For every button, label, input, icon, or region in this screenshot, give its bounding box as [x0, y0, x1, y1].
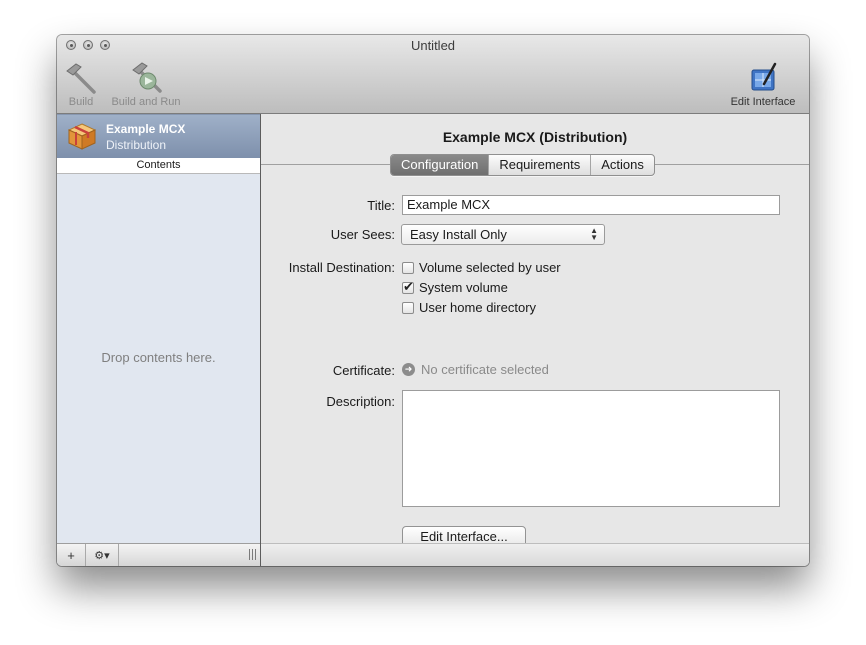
page-title: Example MCX (Distribution) [442, 129, 628, 145]
interface-builder-icon [725, 60, 801, 94]
main-bottom-bar [261, 543, 809, 566]
contents-header: Contents [57, 158, 260, 174]
user-sees-label: User Sees: [330, 227, 395, 242]
resize-grip-icon[interactable] [249, 549, 256, 560]
arrow-right-icon: ➜ [402, 363, 415, 376]
sidebar-bottom-bar: + ⚙▾ [57, 543, 260, 566]
user-sees-popup[interactable]: Easy Install Only ▲ ▼ [401, 224, 605, 245]
toolbar: Untitled Build Build and Run Edit Interf… [57, 35, 809, 114]
user-sees-value: Easy Install Only [410, 227, 507, 242]
edit-interface-toolbar-label: Edit Interface [730, 96, 796, 108]
sidebar-item-subtitle: Distribution [106, 138, 167, 152]
build-and-run-button[interactable]: Build and Run [108, 60, 184, 108]
build-button[interactable]: Build [64, 60, 98, 108]
edit-interface-toolbar-button[interactable]: Edit Interface [725, 60, 801, 108]
checkbox[interactable] [402, 261, 414, 274]
drop-contents-hint: Drop contents here. [101, 350, 216, 365]
popup-arrows-icon: ▲ ▼ [590, 226, 598, 242]
window-title: Untitled [410, 38, 456, 53]
destination-volume-selected-by-user[interactable]: Volume selected by user [402, 260, 561, 275]
title-label: Title: [367, 198, 395, 213]
tab-bar: Configuration Requirements Actions [390, 154, 655, 176]
gear-icon: ⚙▾ [94, 549, 110, 562]
checkbox-checked[interactable] [402, 279, 414, 295]
checkbox-label: Volume selected by user [419, 260, 561, 275]
description-label: Description: [326, 394, 395, 409]
add-button[interactable]: + [57, 544, 86, 566]
title-field[interactable]: Example MCX [402, 195, 780, 215]
destination-system-volume[interactable]: System volume [402, 279, 508, 295]
tab-requirements[interactable]: Requirements [488, 155, 590, 175]
build-label: Build [68, 96, 94, 108]
certificate-label: Certificate: [332, 363, 395, 378]
sidebar-item-name: Example MCX [106, 122, 186, 136]
destination-user-home-directory[interactable]: User home directory [402, 300, 536, 315]
gear-action-button[interactable]: ⚙▾ [86, 544, 119, 566]
certificate-selector[interactable]: ➜ No certificate selected [402, 362, 549, 377]
app-window: Untitled Build Build and Run Edit Interf… [57, 35, 809, 566]
checkbox-label: User home directory [419, 300, 537, 315]
package-icon [67, 121, 97, 154]
hammer-icon [64, 60, 98, 94]
sidebar: Example MCX Distribution Contents Drop c… [57, 114, 261, 566]
hammer-run-icon [108, 60, 184, 94]
sidebar-item-example-mcx[interactable]: Example MCX Distribution [57, 114, 260, 159]
certificate-value: No certificate selected [421, 362, 549, 377]
checkbox-label: System volume [419, 280, 508, 295]
tab-configuration[interactable]: Configuration [391, 155, 489, 175]
description-textarea[interactable] [402, 390, 780, 507]
main-panel: Example MCX (Distribution) Configuration… [261, 114, 809, 566]
checkbox[interactable] [402, 301, 414, 314]
install-destination-label: Install Destination: [288, 260, 395, 275]
tab-actions[interactable]: Actions [590, 155, 654, 175]
build-and-run-label: Build and Run [111, 96, 181, 108]
